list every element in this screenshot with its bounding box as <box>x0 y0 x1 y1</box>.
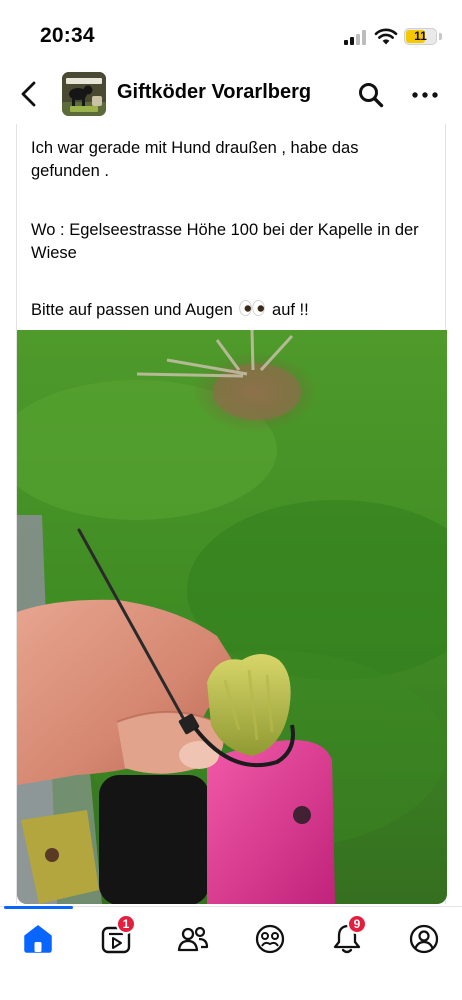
wifi-icon <box>374 28 398 45</box>
post-paragraph-location: Wo : Egelseestrasse Höhe 100 bei der Kap… <box>31 221 419 262</box>
tab-marketplace[interactable] <box>250 919 290 959</box>
tab-notifications[interactable]: 9 <box>327 914 367 959</box>
battery-icon: 11 <box>404 28 437 45</box>
group-header: Giftköder Vorarlberg <box>0 66 462 122</box>
post-paragraph-found: Ich war gerade mit Hund draußen , habe d… <box>31 139 359 180</box>
post-photo[interactable] <box>17 330 447 904</box>
chevron-left-icon <box>21 81 36 107</box>
warning-text-before: Bitte auf passen und Augen <box>31 301 233 319</box>
tab-profile[interactable] <box>404 919 444 959</box>
bottom-tab-bar: 1 9 <box>0 906 462 1000</box>
group-avatar-image <box>62 72 106 116</box>
post-paragraph-warning: Bitte auf passen und Augen auf !! <box>31 299 429 322</box>
battery-level: 11 <box>414 29 427 43</box>
group-avatar[interactable] <box>62 72 106 116</box>
friends-circle-icon <box>255 924 285 954</box>
status-bar: 20:34 11 <box>0 0 462 66</box>
eyes-emoji-icon <box>239 300 266 316</box>
video-badge: 1 <box>116 914 136 934</box>
groups-icon <box>177 926 209 952</box>
home-icon <box>24 925 52 953</box>
profile-icon <box>409 924 439 954</box>
status-time: 20:34 <box>40 24 95 47</box>
tab-home[interactable] <box>18 919 58 959</box>
active-tab-indicator <box>4 906 73 909</box>
search-button[interactable] <box>357 81 385 109</box>
tab-video[interactable]: 1 <box>96 914 136 959</box>
tab-groups[interactable] <box>173 919 213 959</box>
group-name[interactable]: Giftköder Vorarlberg <box>117 81 311 104</box>
more-icon <box>412 92 438 98</box>
back-button[interactable] <box>16 80 42 108</box>
battery-cap <box>439 33 442 40</box>
post-photo-image <box>17 330 447 904</box>
warning-text-after: auf !! <box>272 301 309 319</box>
search-icon <box>359 83 384 108</box>
post-card: Ich war gerade mit Hund draußen , habe d… <box>16 124 447 904</box>
more-button[interactable] <box>411 83 439 107</box>
cellular-signal-icon <box>344 30 368 45</box>
notifications-badge: 9 <box>347 914 367 934</box>
